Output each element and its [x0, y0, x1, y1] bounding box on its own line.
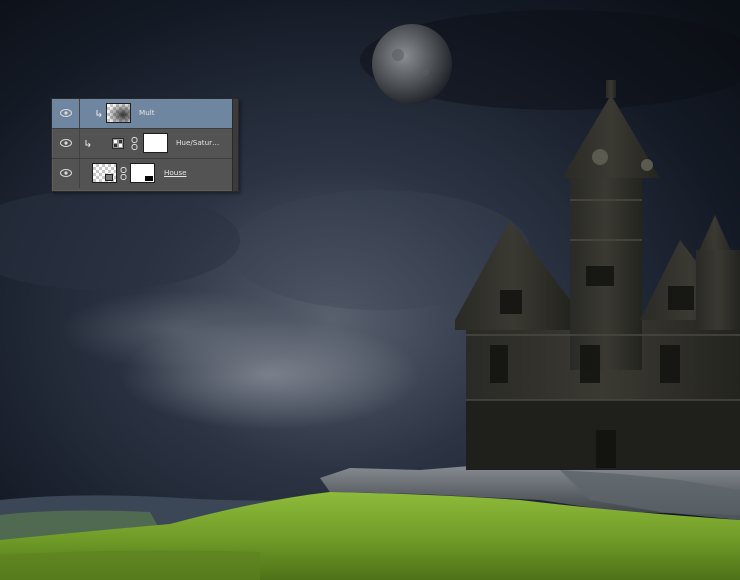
layer-name[interactable]: House: [164, 167, 187, 179]
panel-scrollbar[interactable]: [232, 99, 238, 191]
visibility-toggle[interactable]: [52, 159, 80, 188]
layer-thumbnail: [106, 103, 131, 123]
moon-icon: [372, 24, 452, 104]
adjustment-layer-icon: [112, 138, 124, 149]
layers-panel: Mult Hue/Satur… House: [51, 98, 239, 192]
layer-row-hue-saturation[interactable]: Hue/Satur…: [52, 129, 238, 159]
link-icon[interactable]: [131, 137, 138, 150]
scene-illustration: [0, 0, 740, 580]
eye-icon: [60, 169, 72, 177]
document-canvas[interactable]: Mult Hue/Satur… House: [0, 0, 740, 580]
layer-name[interactable]: Hue/Satur…: [176, 137, 234, 149]
layer-row-mult[interactable]: Mult: [52, 99, 238, 129]
clipping-mask-icon: [96, 110, 102, 118]
layer-name[interactable]: Mult: [139, 107, 155, 119]
visibility-toggle[interactable]: [52, 129, 80, 158]
clipping-mask-icon: [85, 140, 91, 148]
layer-mask-thumbnail[interactable]: [130, 163, 155, 183]
layer-row-house[interactable]: House: [52, 159, 238, 188]
visibility-toggle[interactable]: [52, 99, 80, 128]
eye-icon: [60, 109, 72, 117]
layer-mask-thumbnail[interactable]: [143, 133, 168, 153]
link-icon[interactable]: [120, 167, 127, 180]
layer-thumbnail: [92, 163, 117, 183]
eye-icon: [60, 139, 72, 147]
